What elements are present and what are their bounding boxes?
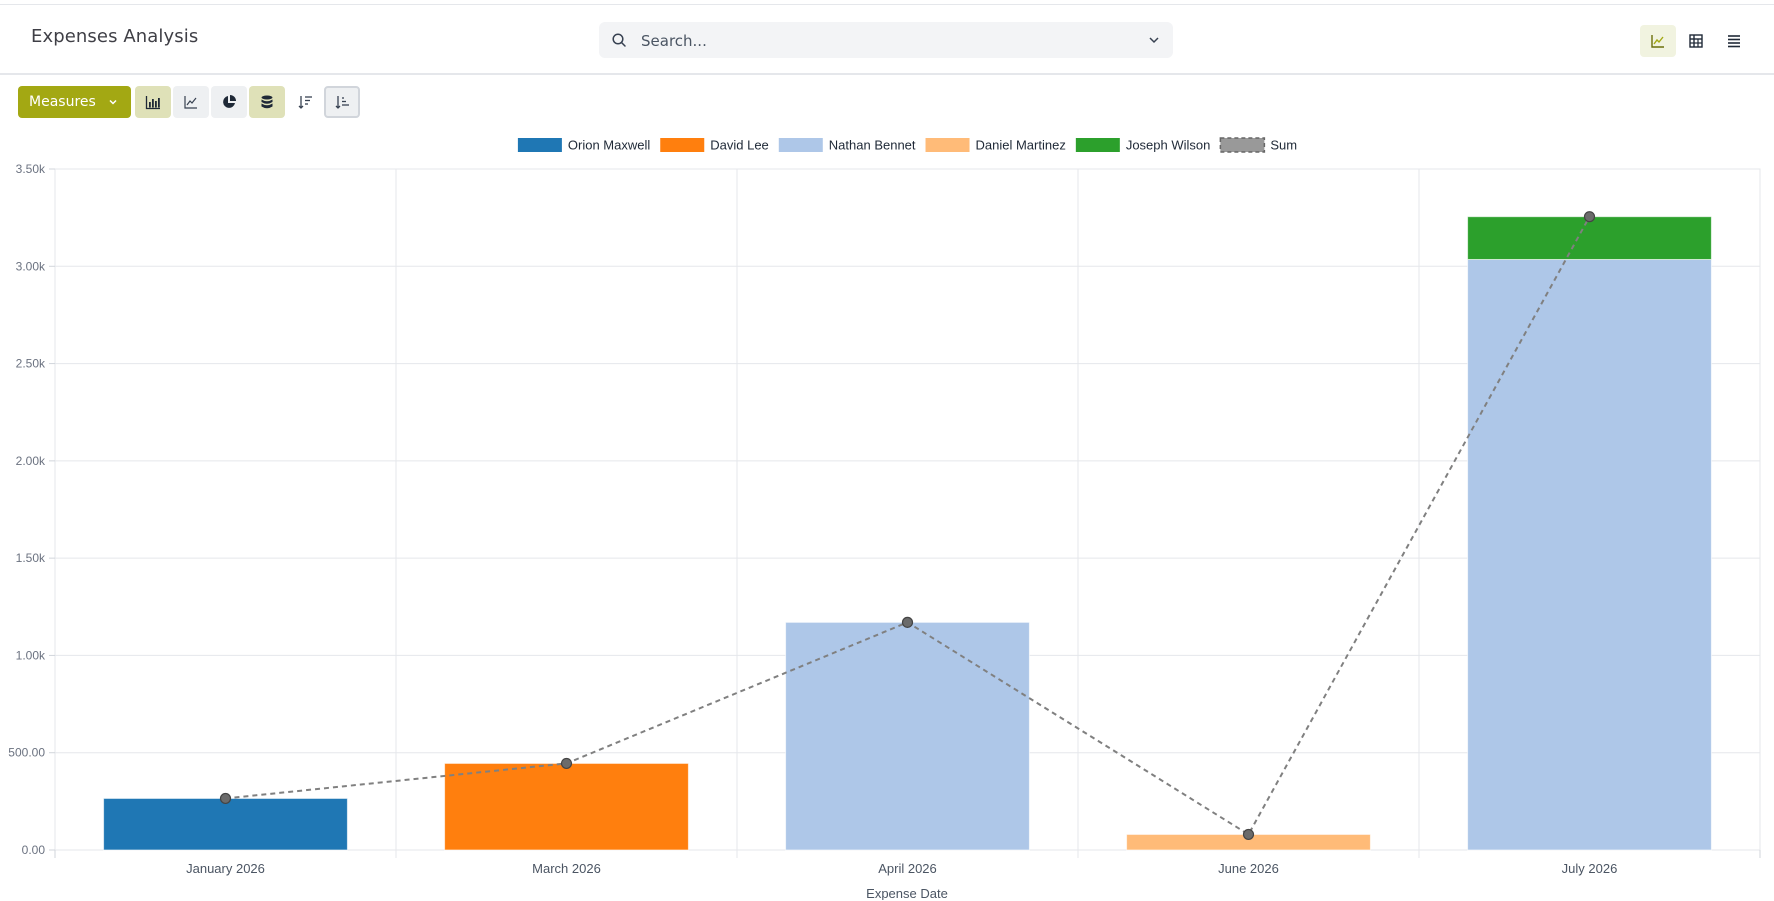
- bar-segment[interactable]: [785, 621, 1030, 851]
- sum-point[interactable]: [219, 792, 232, 805]
- bar-chart-icon: [145, 96, 160, 110]
- pie-chart-button[interactable]: [211, 86, 247, 118]
- database-stack-icon: [261, 95, 273, 109]
- legend-item[interactable]: Sum: [1219, 137, 1297, 153]
- legend-item[interactable]: David Lee: [660, 138, 769, 153]
- measures-label: Measures: [29, 94, 96, 110]
- x-tick-label: April 2026: [878, 861, 937, 876]
- sort-ascending-icon: [335, 96, 349, 109]
- legend-label: Nathan Bennet: [829, 138, 916, 153]
- y-tick-label: 1.00k: [16, 648, 46, 662]
- y-tick-label: 2.00k: [16, 454, 46, 468]
- legend-swatch: [517, 138, 562, 152]
- legend-swatch: [660, 138, 705, 152]
- legend-item[interactable]: Daniel Martinez: [925, 138, 1066, 153]
- legend-label: David Lee: [710, 138, 769, 153]
- bar-segment[interactable]: [103, 797, 348, 851]
- sort-descending-icon: [298, 96, 312, 109]
- ascending-button[interactable]: [324, 86, 360, 118]
- y-tick-label: 500.00: [8, 746, 45, 760]
- chart-legend: Orion Maxwell David Lee Nathan Bennet Danie…: [517, 137, 1297, 153]
- line-chart-icon: [1651, 35, 1664, 48]
- legend-swatch: [1219, 137, 1266, 153]
- page-title: Expenses Analysis: [31, 26, 199, 47]
- sum-point[interactable]: [1242, 828, 1255, 841]
- line-chart-button[interactable]: [173, 86, 209, 118]
- y-tick-label: 1.50k: [16, 551, 46, 565]
- search-bar[interactable]: [599, 22, 1173, 58]
- legend-swatch: [1075, 138, 1120, 152]
- expenses-chart: Orion Maxwell David Lee Nathan Bennet Danie…: [8, 137, 1761, 900]
- bar-segment[interactable]: [1467, 216, 1712, 260]
- y-tick-label: 0.00: [22, 843, 46, 857]
- x-axis-label: Expense Date: [866, 886, 948, 900]
- legend-item[interactable]: Joseph Wilson: [1075, 138, 1211, 153]
- legend-label: Daniel Martinez: [976, 138, 1066, 153]
- y-tick-label: 3.00k: [16, 259, 46, 273]
- sum-point[interactable]: [1583, 211, 1596, 223]
- chevron-down-icon: [109, 99, 117, 105]
- graph-view-button[interactable]: [1640, 25, 1676, 57]
- line-chart-icon: [184, 96, 197, 109]
- y-tick-label: 2.50k: [16, 357, 46, 371]
- chart-bars: [103, 216, 1712, 851]
- pie-chart-icon: [223, 95, 236, 108]
- legend-label: Orion Maxwell: [568, 138, 650, 153]
- bar-segment[interactable]: [444, 762, 689, 851]
- list-view-button[interactable]: [1716, 25, 1752, 57]
- x-tick-label: July 2026: [1562, 861, 1618, 876]
- legend-label: Sum: [1270, 138, 1297, 153]
- x-tick-label: January 2026: [186, 861, 265, 876]
- y-tick-label: 3.50k: [16, 162, 46, 176]
- sum-point[interactable]: [560, 757, 573, 770]
- chevron-down-icon[interactable]: [1147, 33, 1161, 47]
- sum-point[interactable]: [901, 616, 914, 628]
- stacked-button[interactable]: [249, 86, 285, 118]
- bar-segment[interactable]: [1467, 258, 1712, 851]
- search-input[interactable]: [639, 28, 1123, 54]
- x-tick-label: March 2026: [532, 861, 601, 876]
- legend-swatch: [925, 138, 970, 152]
- control-panel: Expenses Analysis: [0, 5, 1774, 75]
- pivot-table-icon: [1689, 34, 1703, 48]
- legend-item[interactable]: Nathan Bennet: [778, 138, 916, 153]
- pivot-view-button[interactable]: [1678, 25, 1714, 57]
- list-icon: [1728, 35, 1740, 48]
- legend-swatch: [778, 138, 823, 152]
- measures-dropdown-button[interactable]: Measures: [18, 86, 131, 118]
- x-tick-label: June 2026: [1218, 861, 1279, 876]
- legend-item[interactable]: Orion Maxwell: [517, 138, 650, 153]
- bar-chart-button[interactable]: [135, 86, 171, 118]
- search-icon: [612, 33, 626, 47]
- legend-label: Joseph Wilson: [1126, 138, 1211, 153]
- descending-button[interactable]: [287, 86, 323, 118]
